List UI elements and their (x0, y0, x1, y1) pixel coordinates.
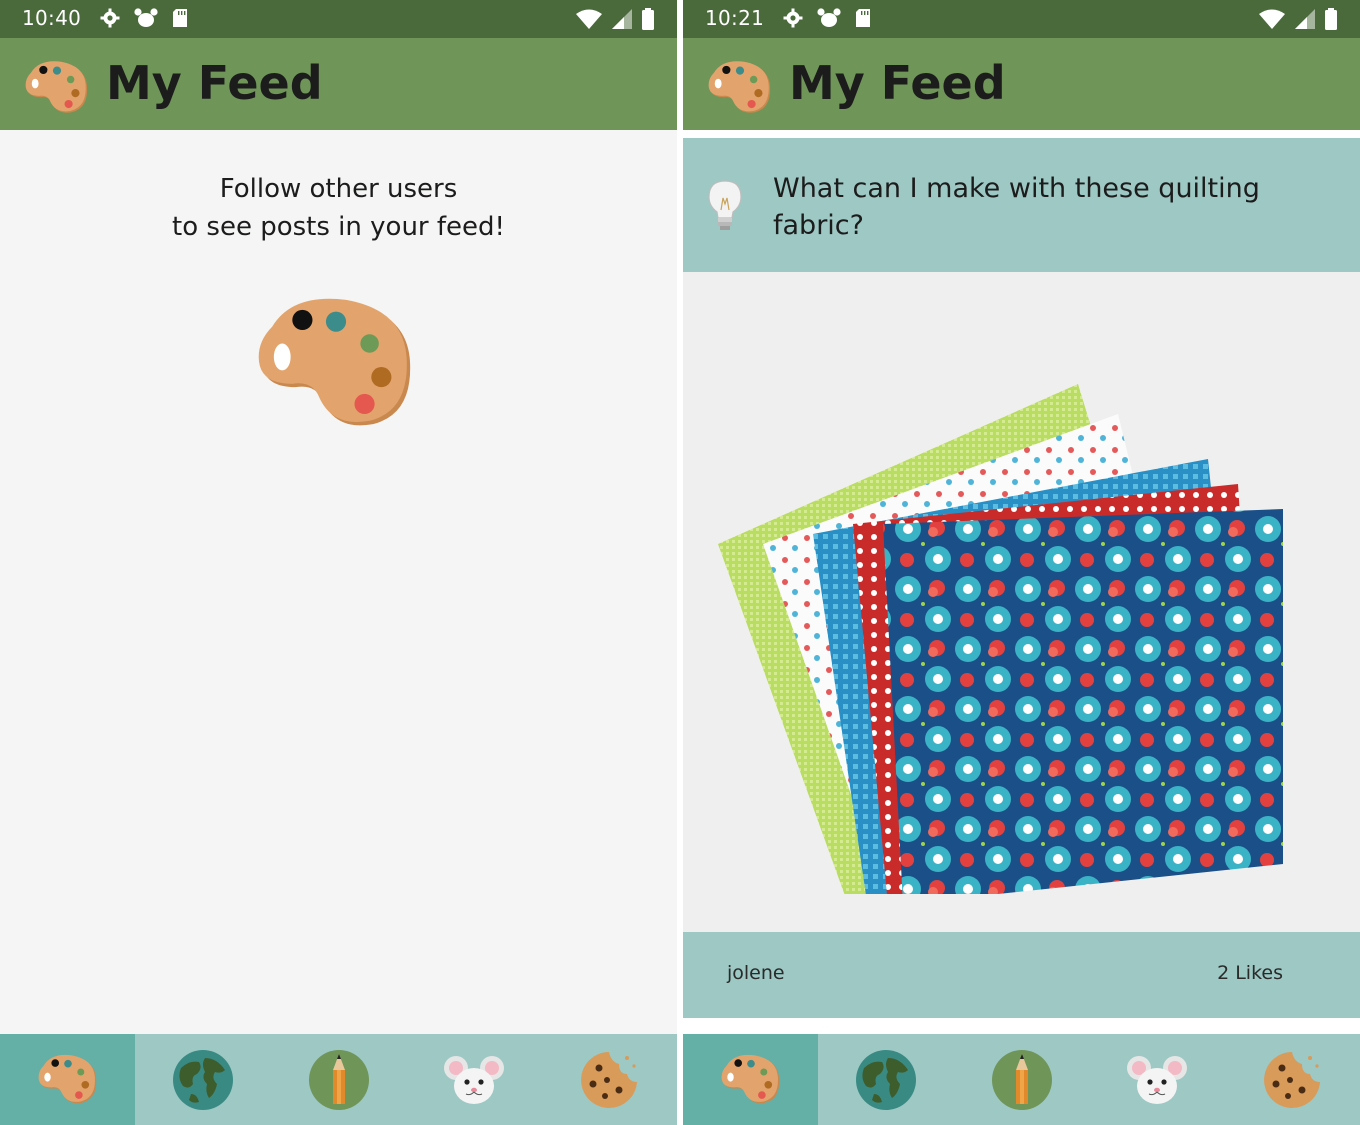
empty-message-line-1: Follow other users (219, 174, 458, 204)
nav-item-explore[interactable] (818, 1034, 953, 1125)
settings-icon (783, 8, 803, 28)
cookie-icon (1264, 1051, 1321, 1108)
palette-logo-icon (708, 61, 771, 113)
bottom-nav (0, 1034, 677, 1125)
status-bar: 10:40 (0, 0, 677, 38)
battery-icon (642, 8, 654, 30)
feed-screen-post: 10:21 My Feed What can I make with these… (683, 0, 1360, 1125)
post-title: What can I make with these quilting fabr… (773, 173, 1260, 241)
quilting-fabric-image (718, 384, 1283, 894)
post-image-area[interactable] (683, 272, 1360, 932)
status-time: 10:21 (705, 6, 765, 30)
feed-screen-empty: 10:40 My Feed Follow other users to see … (0, 0, 677, 1125)
settings-icon (100, 8, 120, 28)
nav-item-create[interactable] (271, 1034, 406, 1125)
palette-illustration-icon (258, 298, 411, 426)
nav-item-profile[interactable] (1089, 1034, 1224, 1125)
app-title: My Feed (789, 56, 1006, 110)
globe-icon (173, 1049, 234, 1110)
globe-icon (856, 1049, 917, 1110)
post-card-header[interactable]: What can I make with these quilting fabr… (683, 138, 1360, 272)
lightbulb-icon (708, 180, 742, 230)
nav-item-profile[interactable] (406, 1034, 541, 1125)
nav-item-more[interactable] (1225, 1034, 1360, 1125)
mouse-icon (1126, 1055, 1187, 1104)
pencil-icon (308, 1049, 369, 1110)
post-card-footer: jolene 2 Likes (683, 932, 1360, 1018)
status-time: 10:40 (22, 6, 82, 30)
empty-feed-message: Follow other users to see posts in your … (0, 170, 677, 246)
post-author[interactable]: jolene (727, 962, 785, 984)
pencil-icon (991, 1049, 1052, 1110)
nav-item-more[interactable] (542, 1034, 677, 1125)
signal-icon (612, 9, 632, 29)
palette-logo-icon (25, 61, 88, 113)
nav-item-feed[interactable] (683, 1034, 819, 1125)
palette-icon (721, 1054, 779, 1103)
nav-item-explore[interactable] (135, 1034, 270, 1125)
nav-item-feed[interactable] (0, 1034, 136, 1125)
nav-item-create[interactable] (954, 1034, 1089, 1125)
post-likes-count[interactable]: 2 Likes (1217, 962, 1283, 984)
bottom-nav (683, 1034, 1360, 1125)
battery-icon (1325, 8, 1337, 30)
app-bar: My Feed (0, 38, 677, 130)
wifi-icon (1259, 9, 1285, 29)
status-bar: 10:21 (683, 0, 1360, 38)
cookie-icon (581, 1051, 638, 1108)
paw-icon (134, 8, 158, 27)
wifi-icon (576, 9, 602, 29)
sd-card-icon (856, 9, 870, 27)
signal-icon (1295, 9, 1315, 29)
sd-card-icon (173, 9, 187, 27)
app-bar: My Feed (683, 38, 1360, 130)
palette-icon (38, 1054, 96, 1103)
app-title: My Feed (106, 56, 323, 110)
empty-message-line-2: to see posts in your feed! (172, 212, 505, 242)
paw-icon (817, 8, 841, 27)
mouse-icon (443, 1055, 504, 1104)
